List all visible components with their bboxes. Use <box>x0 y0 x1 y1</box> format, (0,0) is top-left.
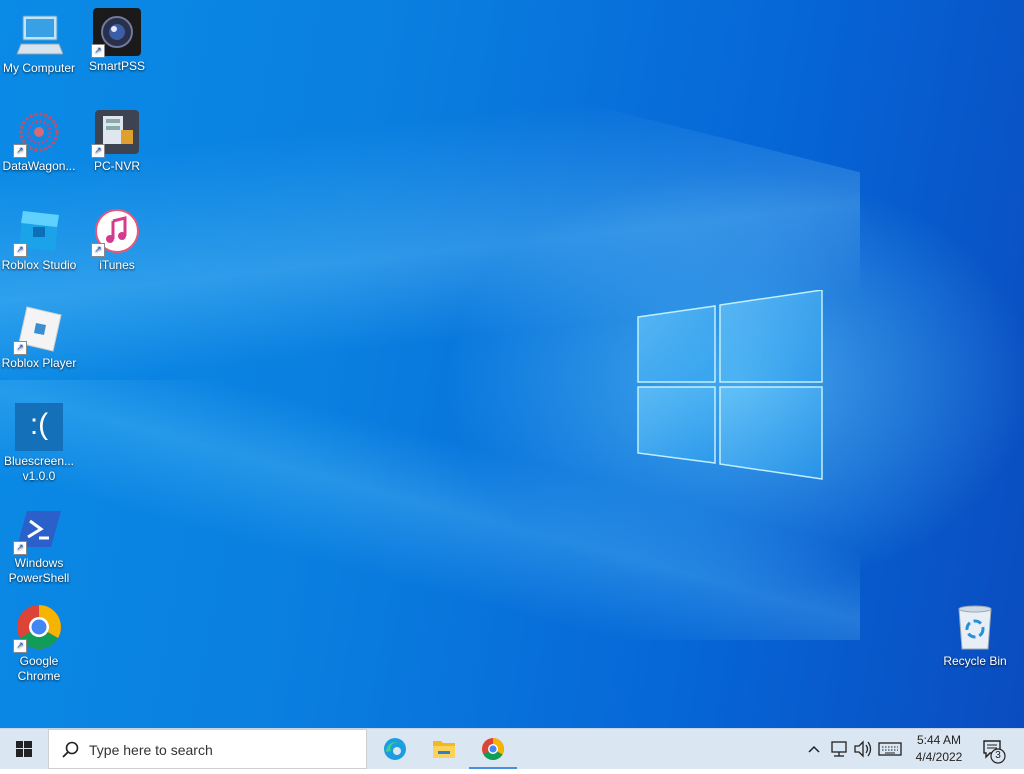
computer-icon <box>15 10 64 58</box>
bluescreen-icon: :( <box>15 403 63 451</box>
desktop-icon-label-line2: PowerShell <box>8 571 70 585</box>
file-explorer-icon <box>433 741 455 758</box>
desktop-icon-label-line2: Chrome <box>17 669 61 683</box>
edge-icon <box>384 738 406 760</box>
desktop-icon-label: DataWagon... <box>2 159 76 173</box>
windows-wallpaper-logo-icon <box>637 290 823 480</box>
desktop-icon-label: iTunes <box>99 258 135 272</box>
datawagon-icon: ↗ <box>13 108 63 158</box>
taskbar-chrome-button[interactable] <box>469 729 517 769</box>
chevron-up-icon <box>808 745 820 753</box>
clock[interactable]: 5:44 AM 4/4/2022 <box>902 732 976 766</box>
keyboard-icon <box>878 742 902 756</box>
volume-tray-button[interactable] <box>852 729 874 769</box>
windows-start-icon <box>16 741 32 757</box>
clock-time: 5:44 AM <box>916 733 962 747</box>
desktop-icon-label: Recycle Bin <box>943 654 1007 668</box>
search-box[interactable]: Type here to search <box>48 729 367 769</box>
shortcut-arrow-icon: ↗ <box>13 341 27 355</box>
shortcut-arrow-icon: ↗ <box>91 44 105 58</box>
shortcut-arrow-icon: ↗ <box>13 243 27 257</box>
chrome-icon <box>482 738 504 760</box>
clock-date: 4/4/2022 <box>915 750 963 764</box>
desktop-icon-itunes[interactable]: ↗ iTunes <box>78 207 156 273</box>
notification-icon <box>983 740 1006 764</box>
roblox-player-icon: ↗ <box>13 305 63 355</box>
show-hidden-icons-button[interactable] <box>804 729 824 769</box>
desktop[interactable]: My Computer ↗ DataWagon... ↗ Roblox Stud… <box>0 0 1024 728</box>
camera-lens-icon: ↗ <box>91 8 141 58</box>
powershell-icon: ↗ <box>13 505 63 555</box>
desktop-icon-label-line1: Windows <box>14 556 64 570</box>
itunes-icon: ↗ <box>91 207 141 257</box>
shortcut-arrow-icon: ↗ <box>91 243 105 257</box>
desktop-icon-label: Roblox Player <box>1 356 77 370</box>
desktop-icon-my-computer[interactable]: My Computer <box>0 10 78 76</box>
network-icon <box>831 741 847 757</box>
desktop-icon-label-line1: Google <box>19 654 59 668</box>
chrome-icon: ↗ <box>13 603 63 653</box>
desktop-icon-label: SmartPSS <box>88 59 145 73</box>
recycle-bin-icon <box>951 603 999 651</box>
search-placeholder: Type here to search <box>89 742 213 758</box>
desktop-icon-recycle-bin[interactable]: Recycle Bin <box>936 603 1014 669</box>
taskbar: Type here to search 5:44 AM 4/4/2022 3 <box>0 728 1024 769</box>
shortcut-arrow-icon: ↗ <box>13 541 27 555</box>
speaker-icon <box>854 740 872 758</box>
network-tray-button[interactable] <box>828 729 850 769</box>
search-icon <box>62 741 79 758</box>
desktop-icon-label: Roblox Studio <box>1 258 77 272</box>
desktop-icon-roblox-studio[interactable]: ↗ Roblox Studio <box>0 207 78 273</box>
desktop-icon-pc-nvr[interactable]: ↗ PC-NVR <box>78 108 156 174</box>
shortcut-arrow-icon: ↗ <box>13 144 27 158</box>
desktop-icon-roblox-player[interactable]: ↗ Roblox Player <box>0 305 78 371</box>
desktop-icon-smartpss[interactable]: ↗ SmartPSS <box>78 8 156 74</box>
shortcut-arrow-icon: ↗ <box>13 639 27 653</box>
action-center-button[interactable]: 3 <box>978 729 1012 769</box>
taskbar-edge-button[interactable] <box>371 729 419 769</box>
bluescreen-face-glyph: :( <box>29 408 49 441</box>
desktop-icon-windows-powershell[interactable]: ↗ Windows PowerShell <box>0 505 78 586</box>
desktop-icon-google-chrome[interactable]: ↗ Google Chrome <box>0 603 78 684</box>
taskbar-file-explorer-button[interactable] <box>420 729 468 769</box>
desktop-icon-bluescreen[interactable]: :( Bluescreen... v1.0.0 <box>0 403 78 484</box>
start-button[interactable] <box>0 729 48 769</box>
desktop-icon-label-line2: v1.0.0 <box>22 469 56 483</box>
desktop-icon-datawagon[interactable]: ↗ DataWagon... <box>0 108 78 174</box>
roblox-studio-icon: ↗ <box>13 207 63 257</box>
desktop-icon-label: My Computer <box>2 61 76 75</box>
desktop-icon-label-line1: Bluescreen... <box>3 454 75 468</box>
touch-keyboard-button[interactable] <box>877 729 903 769</box>
shortcut-arrow-icon: ↗ <box>91 144 105 158</box>
pc-nvr-icon: ↗ <box>91 108 141 158</box>
notification-count-badge: 3 <box>995 750 1001 761</box>
desktop-icon-label: PC-NVR <box>93 159 140 173</box>
